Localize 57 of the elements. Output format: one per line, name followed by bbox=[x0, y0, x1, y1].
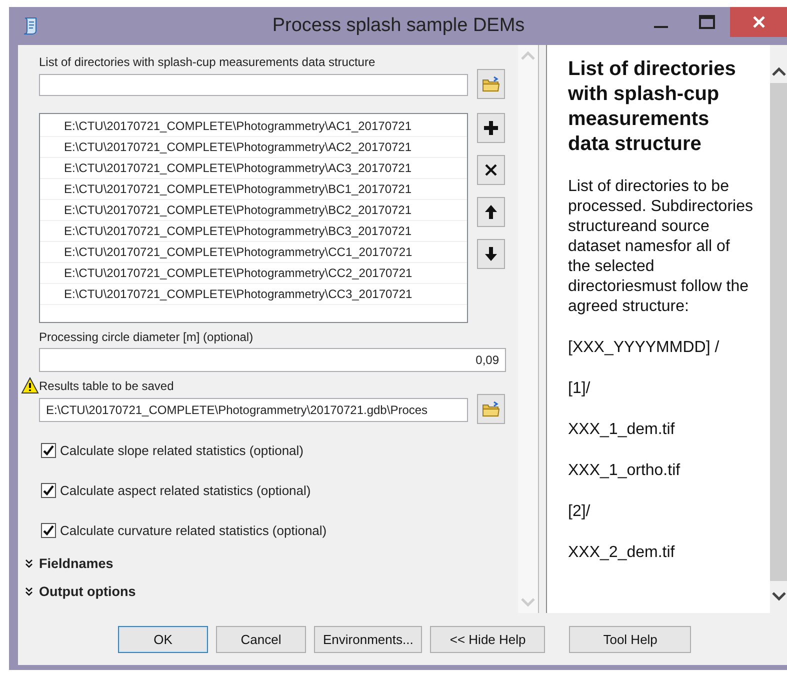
add-icon bbox=[482, 119, 500, 137]
help-text: XXX_1_dem.tif bbox=[568, 420, 676, 440]
dialog-button[interactable]: Cancel bbox=[216, 626, 306, 652]
minimize-icon bbox=[654, 26, 668, 28]
dialog-button[interactable]: Environments... bbox=[314, 626, 422, 652]
browse-button[interactable] bbox=[477, 69, 505, 99]
folder-icon bbox=[482, 76, 500, 92]
checkbox-label: Calculate aspect related statistics (optional) bbox=[60, 483, 311, 498]
help-text: List of directories to be processed. Subdirectories structureand source dataset namesfor all of the selected directoriesmust follow the agreed structure: bbox=[568, 177, 754, 317]
add-button[interactable] bbox=[477, 113, 505, 143]
list-item[interactable]: E:\CTU\20170721_COMPLETE\Photogrammetry\CC3_20170721 bbox=[40, 284, 467, 305]
scroll-icon bbox=[21, 16, 39, 36]
remove-button[interactable] bbox=[477, 155, 505, 185]
list-item[interactable]: E:\CTU\20170721_COMPLETE\Photogrammetry\BC1_20170721 bbox=[40, 179, 467, 200]
close-button[interactable] bbox=[730, 7, 787, 37]
directory-input-field[interactable] bbox=[39, 74, 468, 96]
scroll-down-icon[interactable] bbox=[772, 589, 786, 603]
output-path-field[interactable]: E:\CTU\20170721_COMPLETE\Photogrammetry\20170721.gdb\Proces bbox=[39, 398, 468, 422]
list-item[interactable]: E:\CTU\20170721_COMPLETE\Photogrammetry\AC3_20170721 bbox=[40, 158, 467, 179]
checkbox[interactable] bbox=[41, 523, 56, 538]
dialog-button[interactable]: Tool Help bbox=[569, 626, 692, 652]
folder-icon bbox=[482, 401, 500, 417]
checkbox-label: Calculate curvature related statistics (optional) bbox=[60, 523, 327, 538]
list-item[interactable]: E:\CTU\20170721_COMPLETE\Photogrammetry\AC2_20170721 bbox=[40, 137, 467, 158]
section-header[interactable]: Output options bbox=[39, 584, 136, 598]
chevron-down-icon[interactable] bbox=[25, 558, 33, 568]
help-text: XXX_2_dem.tif bbox=[568, 543, 676, 563]
maximize-icon bbox=[699, 15, 715, 29]
field-label: List of directories with splash-cup measurements data structure bbox=[39, 55, 376, 69]
list-item[interactable]: E:\CTU\20170721_COMPLETE\Photogrammetry\BC3_20170721 bbox=[40, 221, 467, 242]
browse-button[interactable] bbox=[477, 394, 505, 424]
list-item[interactable]: E:\CTU\20170721_COMPLETE\Photogrammetry\CC1_20170721 bbox=[40, 242, 467, 263]
up-arrow-button[interactable] bbox=[477, 197, 505, 227]
field-label: Results table to be saved bbox=[39, 378, 174, 392]
down-arrow-button[interactable] bbox=[477, 239, 505, 269]
checkbox[interactable] bbox=[41, 483, 56, 498]
close-icon bbox=[752, 15, 766, 29]
scrollbar[interactable] bbox=[770, 45, 787, 613]
list-item[interactable]: E:\CTU\20170721_COMPLETE\Photogrammetry\BC2_20170721 bbox=[40, 200, 467, 221]
section-header[interactable]: Fieldnames bbox=[39, 556, 114, 570]
down-arrow-icon bbox=[482, 245, 500, 263]
checkbox-label: Calculate slope related statistics (optional) bbox=[60, 443, 304, 458]
chevron-down-icon[interactable] bbox=[25, 586, 33, 596]
window-title: Process splash sample DEMs bbox=[271, 15, 526, 37]
checkbox[interactable] bbox=[41, 443, 56, 458]
diameter-input-field[interactable]: 0,09 bbox=[39, 348, 506, 372]
help-text: XXX_1_ortho.tif bbox=[568, 461, 682, 481]
list-item[interactable]: E:\CTU\20170721_COMPLETE\Photogrammetry\AC1_20170721 bbox=[40, 116, 467, 137]
help-text: [1]/ bbox=[568, 379, 592, 399]
help-text: [2]/ bbox=[568, 502, 592, 522]
field-label: Processing circle diameter [m] (optional) bbox=[39, 330, 254, 344]
up-arrow-icon bbox=[482, 203, 500, 221]
help-text: [XXX_YYYYMMDD] / bbox=[568, 338, 720, 358]
help-title: List of directories with splash-cup measurements data structure bbox=[568, 57, 736, 157]
list-item[interactable]: E:\CTU\20170721_COMPLETE\Photogrammetry\CC2_20170721 bbox=[40, 263, 467, 284]
dialog-button[interactable]: OK bbox=[118, 626, 208, 652]
dialog-button[interactable]: << Hide Help bbox=[430, 626, 546, 652]
